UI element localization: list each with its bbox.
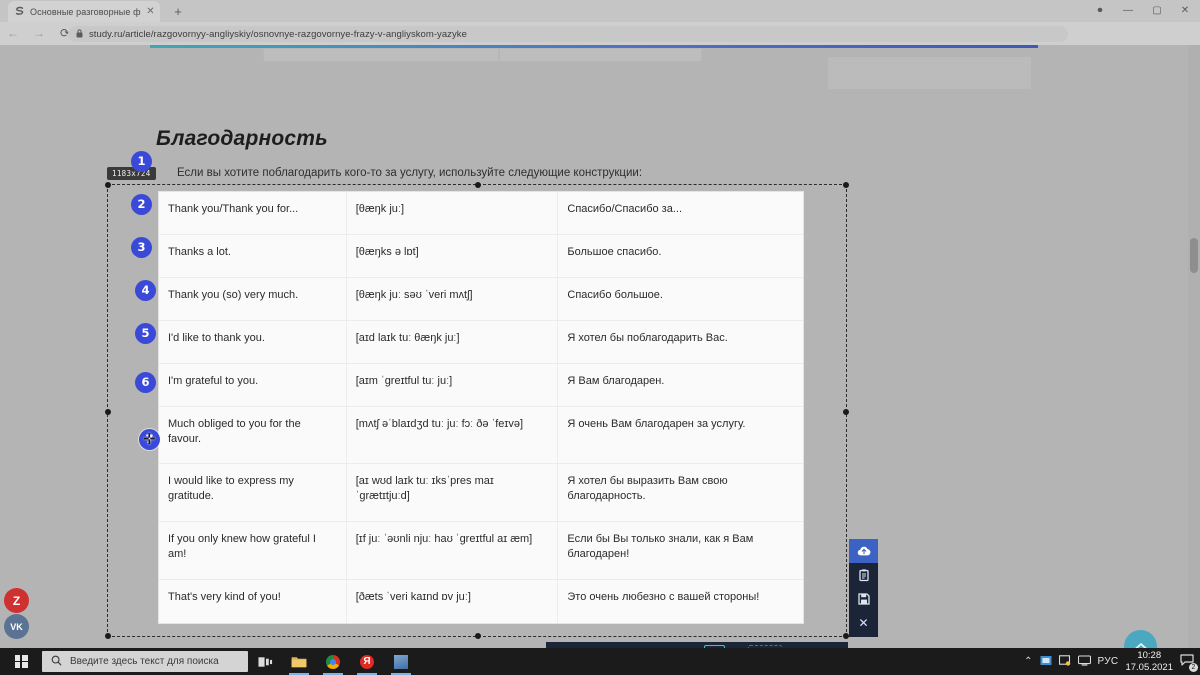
minimize-window-button[interactable]: — bbox=[1113, 0, 1143, 22]
resize-handle-middle-right[interactable] bbox=[843, 409, 849, 415]
close-window-button[interactable]: ✕ bbox=[1170, 0, 1200, 22]
scroll-to-top-button[interactable] bbox=[1124, 630, 1157, 648]
yandex-browser-button[interactable]: Я bbox=[350, 648, 384, 675]
redo-button[interactable]: ↷ bbox=[813, 645, 834, 648]
color-picker[interactable]: ▾ bbox=[748, 645, 782, 648]
tray-network-icon[interactable] bbox=[1077, 654, 1091, 669]
tray-expand-chevron-icon[interactable]: ⌃ bbox=[1024, 656, 1032, 667]
arrow-tool-icon[interactable] bbox=[550, 645, 571, 648]
start-button[interactable] bbox=[0, 648, 42, 675]
taskbar-clock[interactable]: 10:28 17.05.2021 bbox=[1125, 650, 1173, 674]
clock-date: 17.05.2021 bbox=[1125, 661, 1173, 673]
task-view-button[interactable] bbox=[248, 648, 282, 675]
browser-window: Основные разговорные фразы ✕ + ⏺ — ▢ ✕ ←… bbox=[0, 0, 1200, 648]
language-indicator[interactable]: РУС bbox=[1098, 656, 1119, 667]
chrome-icon bbox=[326, 654, 340, 669]
taskbar-search-input[interactable]: Введите здесь текст для поиска bbox=[42, 651, 248, 672]
tray-onedrive-icon[interactable] bbox=[1040, 655, 1052, 669]
page-scrollbar-track[interactable] bbox=[1188, 45, 1200, 648]
page-widget-right bbox=[499, 48, 702, 62]
study-logo-icon bbox=[13, 6, 25, 18]
upload-to-cloud-button[interactable] bbox=[849, 539, 878, 563]
marker-tool-icon[interactable] bbox=[638, 645, 659, 648]
url-text: study.ru/article/razgovornyy-angliyskiy/… bbox=[89, 28, 467, 40]
google-chrome-button[interactable] bbox=[316, 648, 350, 675]
clock-time: 10:28 bbox=[1137, 649, 1162, 661]
share-vk-button[interactable]: VK bbox=[4, 614, 29, 639]
close-capture-button[interactable]: ✕ bbox=[849, 611, 878, 635]
page-lead-text: Если вы хотите поблагодарить кого-то за … bbox=[177, 167, 643, 179]
notifications-button[interactable]: 2 bbox=[1180, 654, 1198, 672]
forward-button[interactable]: → bbox=[26, 22, 52, 45]
taskbar-search-placeholder: Введите здесь текст для поиска bbox=[70, 656, 219, 667]
maximize-window-button[interactable]: ▢ bbox=[1142, 0, 1172, 22]
resize-handle-top-left[interactable] bbox=[105, 182, 111, 188]
resize-handle-top-center[interactable] bbox=[475, 182, 481, 188]
annotation-badge-7[interactable]: 7 bbox=[139, 429, 160, 450]
droplet-tool-icon[interactable] bbox=[726, 645, 747, 648]
annotation-toolbar: T 1 ▾ ↶ ↷ bbox=[546, 642, 848, 648]
pen-tool-icon[interactable] bbox=[572, 645, 593, 648]
annotation-badge-2[interactable]: 2 bbox=[131, 194, 152, 215]
windows-taskbar: Введите здесь текст для поиска Я ⌃ РУС 1… bbox=[0, 648, 1200, 675]
tab-strip: Основные разговорные фразы ✕ + ⏺ — ▢ ✕ bbox=[0, 0, 1200, 22]
back-button[interactable]: ← bbox=[0, 22, 26, 45]
search-icon bbox=[51, 655, 62, 669]
share-zen-button[interactable]: Z bbox=[4, 588, 29, 613]
new-tab-button[interactable]: + bbox=[170, 4, 186, 20]
capture-selection-rect[interactable] bbox=[105, 182, 849, 639]
record-indicator-icon[interactable]: ⏺ bbox=[1085, 0, 1115, 22]
browser-toolbar: ← → ⟳ study.ru/article/razgovornyy-angli… bbox=[0, 22, 1200, 63]
yandex-icon: Я bbox=[360, 654, 374, 669]
text-tool-icon[interactable]: T bbox=[682, 645, 703, 648]
page-widget-left bbox=[263, 48, 499, 62]
page-scrollbar-thumb[interactable] bbox=[1190, 238, 1198, 273]
address-bar[interactable]: study.ru/article/razgovornyy-angliyskiy/… bbox=[68, 26, 1068, 42]
rectangle-tool-icon[interactable] bbox=[594, 645, 615, 648]
browser-tab-title: Основные разговорные фразы bbox=[30, 6, 141, 17]
annotation-badge-1[interactable]: 1 bbox=[131, 151, 152, 172]
annotation-badge-6[interactable]: 6 bbox=[135, 372, 156, 393]
photos-app-button[interactable] bbox=[384, 648, 418, 675]
page-sidebar-widget bbox=[828, 57, 1031, 89]
windows-logo-icon bbox=[14, 655, 28, 668]
tab-close-icon[interactable]: ✕ bbox=[146, 6, 155, 17]
annotation-badge-5[interactable]: 5 bbox=[135, 323, 156, 344]
number-tool-icon[interactable]: 1 bbox=[704, 645, 725, 648]
system-tray: ⌃ РУС 10:28 17.05.2021 2 bbox=[1024, 650, 1200, 674]
blur-tool-icon[interactable] bbox=[660, 645, 681, 648]
notification-count-badge: 2 bbox=[1189, 663, 1198, 672]
tray-security-icon[interactable] bbox=[1058, 654, 1071, 669]
lock-icon bbox=[76, 28, 83, 40]
file-explorer-button[interactable] bbox=[282, 648, 316, 675]
page-title: Благодарность bbox=[156, 127, 328, 150]
capture-action-rail: ✕ bbox=[849, 539, 878, 637]
browser-tab[interactable]: Основные разговорные фразы ✕ bbox=[8, 1, 160, 22]
annotation-badge-3[interactable]: 3 bbox=[131, 237, 152, 258]
resize-handle-bottom-left[interactable] bbox=[105, 633, 111, 639]
page-viewport: Благодарность Если вы хотите поблагодари… bbox=[0, 45, 1200, 648]
undo-button[interactable]: ↶ bbox=[791, 645, 812, 648]
save-to-disk-button[interactable] bbox=[849, 587, 878, 611]
copy-to-clipboard-button[interactable] bbox=[849, 563, 878, 587]
annotation-badge-4[interactable]: 4 bbox=[135, 280, 156, 301]
resize-handle-bottom-center[interactable] bbox=[475, 633, 481, 639]
line-tool-icon[interactable] bbox=[616, 645, 637, 648]
resize-handle-middle-left[interactable] bbox=[105, 409, 111, 415]
resize-handle-top-right[interactable] bbox=[843, 182, 849, 188]
photos-icon bbox=[394, 654, 408, 669]
